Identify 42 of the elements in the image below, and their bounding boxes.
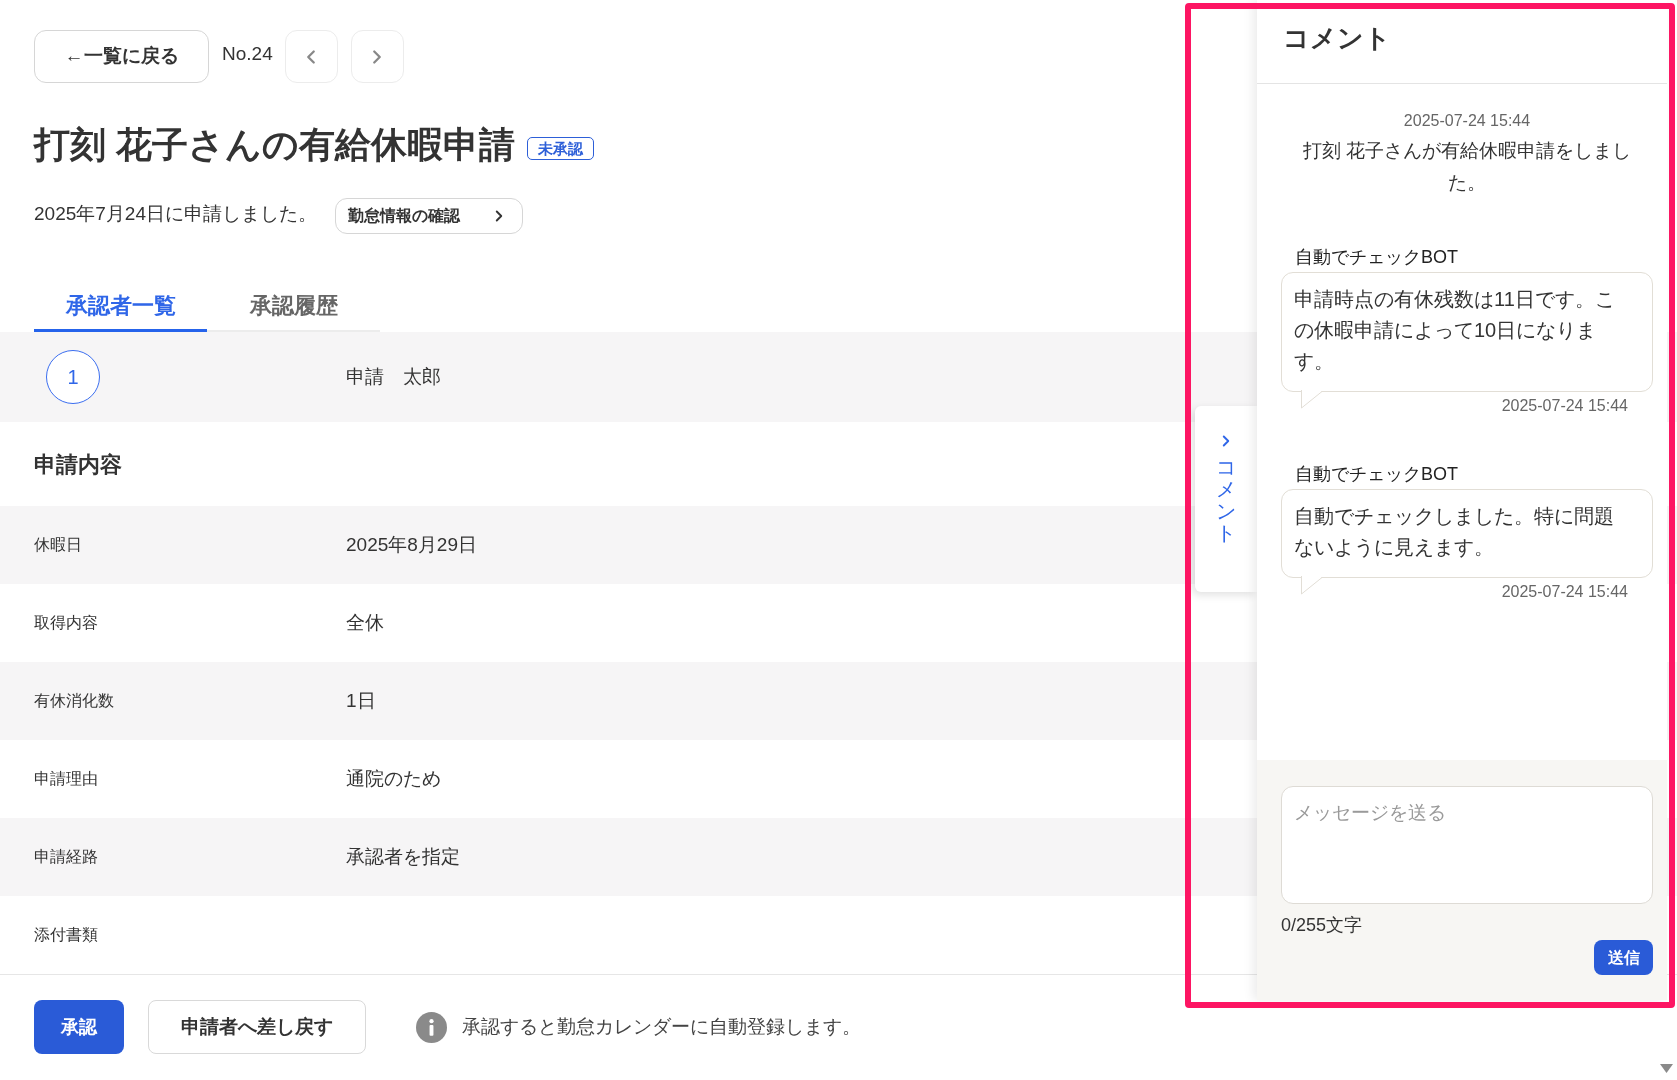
message-bubble: 自動でチェックしました。特に問題ないように見えます。 (1281, 489, 1653, 578)
request-number: No.24 (222, 42, 273, 67)
field-value: 2025年8月29日 (346, 532, 477, 557)
page-title: 打刻 花子さんの有給休暇申請 (34, 123, 515, 167)
message-time: 2025-07-24 15:44 (1501, 396, 1628, 416)
field-label: 申請理由 (34, 770, 98, 787)
field-value: 全休 (346, 610, 384, 635)
message-bubble: 申請時点の有休残数は11日です。この休暇申請によって10日になります。 (1281, 272, 1653, 392)
field-value: 承認者を指定 (346, 844, 460, 869)
back-button[interactable]: ←一覧に戻る (34, 30, 209, 83)
field-label: 有休消化数 (34, 692, 114, 709)
comment-toggle-tab[interactable]: コメント (1195, 406, 1257, 592)
field-label: 取得内容 (34, 614, 98, 631)
message-time: 2025-07-24 15:44 (1501, 582, 1628, 602)
return-button[interactable]: 申請者へ差し戻す (148, 1000, 366, 1054)
bubble-tail-icon (1301, 576, 1323, 595)
next-button[interactable] (350, 30, 404, 83)
message-input[interactable]: メッセージを送る (1281, 786, 1653, 904)
send-button[interactable]: 送信 (1594, 940, 1653, 975)
field-label: 添付書類 (34, 926, 98, 943)
panel-title: コメント (1283, 22, 1391, 55)
field-value: 1日 (346, 688, 376, 713)
previous-button[interactable] (284, 30, 338, 83)
system-message: 打刻 花子さんが有給休暇申請をしました。 (1301, 139, 1633, 195)
bubble-tail-icon (1301, 390, 1323, 409)
message-sender: 自動でチェックBOT (1294, 246, 1459, 269)
field-label: 休暇日 (34, 536, 82, 553)
submitted-text: 2025年7月24日に申請しました。 (34, 201, 317, 226)
notice-text: 承認すると勤怠カレンダーに自動登録します。 (462, 1014, 861, 1039)
message-sender: 自動でチェックBOT (1294, 463, 1459, 486)
info-icon (416, 1011, 447, 1043)
approver-name: 申請 太郎 (346, 364, 441, 389)
section-heading: 申請内容 (34, 450, 122, 479)
character-counter: 0/255文字 (1281, 914, 1364, 937)
message-time: 2025-07-24 15:44 (1403, 111, 1531, 131)
field-label: 申請経路 (34, 848, 98, 865)
approve-button[interactable]: 承認 (34, 1000, 124, 1054)
field-value: 通院のため (346, 766, 441, 791)
attendance-info-button[interactable]: 勤怠情報の確認 (334, 198, 523, 234)
tab[interactable]: 承認履歴 (207, 282, 380, 332)
status-badge: 未承認 (527, 136, 594, 160)
scroll-down-icon[interactable] (1660, 1064, 1673, 1073)
